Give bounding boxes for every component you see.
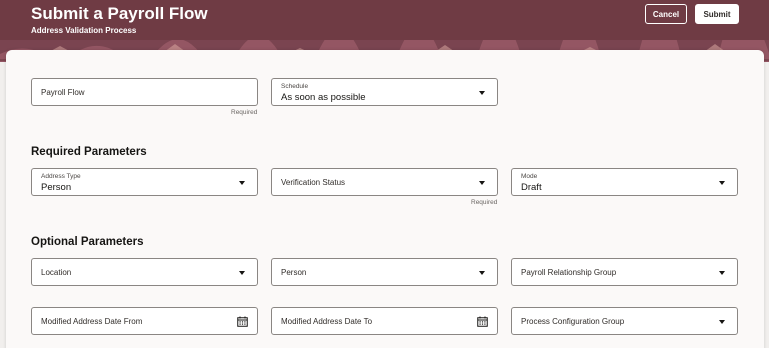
mode-value: Draft [521, 182, 542, 193]
required-parameters-heading: Required Parameters [31, 146, 147, 158]
calendar-icon[interactable] [237, 316, 248, 327]
chevron-down-icon [239, 271, 245, 275]
location-select[interactable]: Location [31, 258, 258, 286]
mode-select[interactable]: Mode Draft [511, 168, 738, 196]
address-type-label: Address Type [41, 173, 81, 180]
chevron-down-icon [719, 271, 725, 275]
modified-address-date-to-field[interactable]: Modified Address Date To [271, 307, 498, 335]
verification-status-select[interactable]: Verification Status [271, 168, 498, 196]
schedule-value: As soon as possible [281, 92, 366, 103]
chevron-down-icon [479, 181, 485, 185]
address-type-select[interactable]: Address Type Person [31, 168, 258, 196]
payroll-flow-field[interactable]: Payroll Flow [31, 78, 258, 106]
mode-label: Mode [521, 173, 538, 180]
optional-parameters-heading: Optional Parameters [31, 236, 144, 248]
submit-button[interactable]: Submit [695, 4, 739, 24]
calendar-icon[interactable] [477, 316, 488, 327]
verification-status-label: Verification Status [281, 178, 346, 187]
person-label: Person [281, 268, 307, 277]
cancel-button[interactable]: Cancel [645, 4, 687, 24]
chevron-down-icon [719, 181, 725, 185]
modified-address-date-to-label: Modified Address Date To [281, 317, 373, 326]
process-configuration-group-label: Process Configuration Group [521, 317, 625, 326]
address-type-value: Person [41, 182, 72, 193]
verification-status-required-text: Required [471, 199, 498, 206]
page-title: Submit a Payroll Flow [31, 4, 208, 23]
process-configuration-group-select[interactable]: Process Configuration Group [511, 307, 738, 335]
schedule-select[interactable]: Schedule As soon as possible [271, 78, 498, 106]
schedule-label: Schedule [281, 83, 309, 90]
modified-address-date-from-field[interactable]: Modified Address Date From [31, 307, 258, 335]
payroll-flow-label: Payroll Flow [41, 88, 85, 97]
chevron-down-icon [479, 271, 485, 275]
page-subtitle: Address Validation Process [31, 26, 137, 35]
modified-address-date-from-label: Modified Address Date From [41, 317, 143, 326]
payroll-relationship-group-select[interactable]: Payroll Relationship Group [511, 258, 738, 286]
location-label: Location [41, 268, 72, 277]
payroll-flow-required-text: Required [231, 109, 258, 116]
chevron-down-icon [479, 91, 485, 95]
chevron-down-icon [719, 320, 725, 324]
chevron-down-icon [239, 181, 245, 185]
person-select[interactable]: Person [271, 258, 498, 286]
payroll-relationship-group-label: Payroll Relationship Group [521, 268, 617, 277]
